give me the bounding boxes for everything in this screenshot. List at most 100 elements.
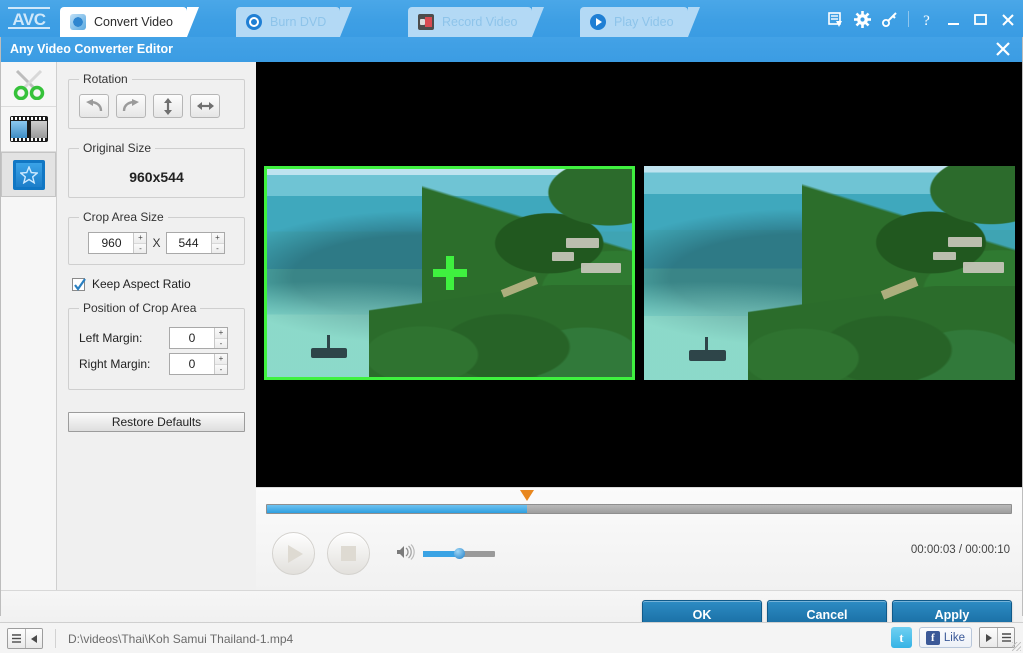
stop-button[interactable] xyxy=(327,532,370,575)
right-margin-stepper[interactable]: + - xyxy=(169,353,228,375)
left-margin-decrement[interactable]: - xyxy=(215,339,227,349)
play-button[interactable] xyxy=(272,532,315,575)
key-icon[interactable] xyxy=(881,11,898,28)
boat xyxy=(689,350,726,361)
play-small-icon[interactable] xyxy=(980,628,997,647)
flip-horizontal-button[interactable] xyxy=(190,94,220,118)
close-icon[interactable] xyxy=(1000,11,1017,28)
flip-vertical-button[interactable] xyxy=(153,94,183,118)
facebook-like-button[interactable]: f Like xyxy=(919,627,972,648)
facebook-icon: f xyxy=(926,631,940,645)
right-margin-spin-buttons[interactable]: + - xyxy=(214,354,227,374)
status-right: t f Like xyxy=(891,627,1015,648)
seek-bar-wrapper[interactable] xyxy=(266,502,1012,514)
trim-tool-button[interactable] xyxy=(1,62,56,107)
application-window: AVC Convert Video Burn DVD Record Video … xyxy=(0,0,1023,653)
stop-icon xyxy=(341,546,356,561)
scissors-icon xyxy=(12,68,46,100)
crop-area-size-legend: Crop Area Size xyxy=(79,210,168,224)
crop-height-input[interactable] xyxy=(167,233,211,253)
maximize-icon[interactable] xyxy=(973,11,990,28)
resize-grip[interactable] xyxy=(1012,642,1021,651)
tab-play-video[interactable]: Play Video xyxy=(580,7,688,37)
collapse-left-icon[interactable] xyxy=(25,629,42,648)
divider xyxy=(908,11,909,27)
rotate-left-button[interactable] xyxy=(79,94,109,118)
original-size-value: 960x544 xyxy=(79,163,234,187)
left-margin-spin-buttons[interactable]: + - xyxy=(214,328,227,348)
building-roof xyxy=(963,262,1004,273)
left-margin-stepper[interactable]: + - xyxy=(169,327,228,349)
building-roof xyxy=(566,238,599,248)
tab-label: Play Video xyxy=(614,15,674,29)
building-roof xyxy=(933,252,955,261)
transport-controls xyxy=(272,532,495,575)
crop-width-spin-buttons[interactable]: + - xyxy=(133,233,146,253)
building-roof xyxy=(552,252,574,260)
left-margin-input[interactable] xyxy=(170,328,214,348)
tool-rail xyxy=(1,62,57,590)
keep-aspect-ratio-checkbox[interactable] xyxy=(72,278,85,291)
tab-record-video[interactable]: Record Video xyxy=(408,7,532,37)
editor-title: Any Video Converter Editor xyxy=(10,42,173,56)
tab-burn-dvd[interactable]: Burn DVD xyxy=(236,7,340,37)
divider xyxy=(55,629,56,648)
rotation-legend: Rotation xyxy=(79,72,132,86)
volume-knob[interactable] xyxy=(454,548,465,559)
status-left: D:\videos\Thai\Koh Samui Thailand-1.mp4 xyxy=(7,628,293,649)
left-margin-increment[interactable]: + xyxy=(215,328,227,339)
help-icon[interactable]: ? xyxy=(919,11,936,28)
dimension-separator: X xyxy=(152,236,160,250)
status-bar: D:\videos\Thai\Koh Samui Thailand-1.mp4 … xyxy=(0,622,1023,653)
building-roof xyxy=(581,263,621,273)
crop-height-spin-buttons[interactable]: + - xyxy=(211,233,224,253)
panel-expand-group[interactable] xyxy=(979,627,1015,648)
crop-center-handle-icon[interactable] xyxy=(433,256,467,290)
crop-width-input[interactable] xyxy=(89,233,133,253)
file-path-label: D:\videos\Thai\Koh Samui Thailand-1.mp4 xyxy=(68,632,293,646)
app-logo: AVC xyxy=(8,7,50,29)
position-legend: Position of Crop Area xyxy=(79,301,200,315)
minimize-icon[interactable] xyxy=(946,11,963,28)
source-preview-with-crop[interactable] xyxy=(264,166,635,380)
svg-text:?: ? xyxy=(923,13,930,28)
crop-width-decrement[interactable]: - xyxy=(134,244,146,254)
play-circle-icon xyxy=(590,14,606,30)
video-frame-result xyxy=(644,166,1015,380)
seek-progress xyxy=(267,505,527,513)
crop-height-stepper[interactable]: + - xyxy=(166,232,225,254)
crop-area-size-group: Crop Area Size + - X xyxy=(68,210,245,265)
speaker-icon[interactable] xyxy=(396,544,416,563)
seek-bar[interactable] xyxy=(266,504,1012,514)
crop-height-decrement[interactable]: - xyxy=(212,244,224,254)
rotate-right-button[interactable] xyxy=(116,94,146,118)
crop-tool-button[interactable] xyxy=(1,107,56,152)
volume-control[interactable] xyxy=(396,544,495,563)
right-margin-decrement[interactable]: - xyxy=(215,365,227,375)
left-margin-row: Left Margin: + - xyxy=(79,327,234,349)
list-view-icon[interactable] xyxy=(8,629,25,648)
restore-defaults-button[interactable]: Restore Defaults xyxy=(68,412,245,432)
volume-slider[interactable] xyxy=(423,551,495,557)
effect-tool-button[interactable] xyxy=(1,152,56,197)
twitter-button[interactable]: t xyxy=(891,627,912,648)
right-margin-input[interactable] xyxy=(170,354,214,374)
editor-close-icon[interactable] xyxy=(994,40,1012,58)
tab-label: Burn DVD xyxy=(270,15,326,29)
foreground-trees xyxy=(369,285,632,380)
list-icon[interactable] xyxy=(827,11,844,28)
tab-convert-video[interactable]: Convert Video xyxy=(60,7,187,37)
right-margin-label: Right Margin: xyxy=(79,357,169,371)
tab-label: Record Video xyxy=(442,15,518,29)
panel-toggle-group[interactable] xyxy=(7,628,43,649)
original-size-group: Original Size 960x544 xyxy=(68,141,245,198)
star-film-icon xyxy=(13,160,45,190)
right-margin-increment[interactable]: + xyxy=(215,354,227,365)
crop-height-increment[interactable]: + xyxy=(212,233,224,244)
crop-width-stepper[interactable]: + - xyxy=(88,232,147,254)
crop-width-increment[interactable]: + xyxy=(134,233,146,244)
gear-icon[interactable] xyxy=(854,11,871,28)
keep-aspect-ratio-row[interactable]: Keep Aspect Ratio xyxy=(72,277,245,291)
right-margin-row: Right Margin: + - xyxy=(79,353,234,375)
seek-playhead-icon[interactable] xyxy=(520,490,534,501)
